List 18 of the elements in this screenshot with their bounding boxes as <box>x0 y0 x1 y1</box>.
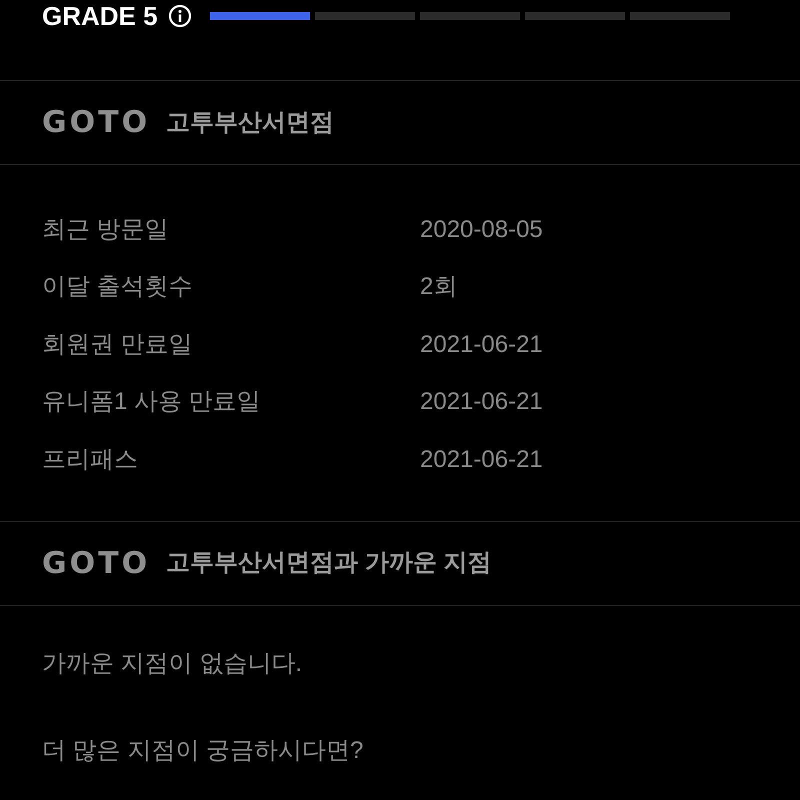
section-title: 고투부산서면점과 가까운 지점 <box>166 548 492 578</box>
detail-label: 유니폼1 사용 만료일 <box>42 387 262 418</box>
section-title: 고투부산서면점 <box>166 108 334 138</box>
brand-logo: GOTO <box>42 544 150 582</box>
detail-value: 2021-06-21 <box>420 387 543 418</box>
detail-value: 2020-08-05 <box>420 214 543 245</box>
grade-label: GRADE 5 <box>42 1 158 31</box>
detail-label: 회원권 만료일 <box>42 330 194 360</box>
detail-label: 이달 출석횟수 <box>42 272 194 302</box>
detail-value: 2021-06-21 <box>420 330 543 360</box>
brand-logo: GOTO <box>42 104 150 142</box>
more-branches-prompt: 더 많은 지점이 궁금하시다면? <box>42 736 364 766</box>
detail-label: 프리패스 <box>42 444 139 475</box>
info-icon[interactable] <box>168 4 192 28</box>
empty-message: 가까운 지점이 없습니다. <box>42 648 304 678</box>
detail-value: 2021-06-21 <box>420 444 543 475</box>
detail-label: 최근 방문일 <box>42 214 170 245</box>
detail-value: 2회 <box>420 272 458 302</box>
